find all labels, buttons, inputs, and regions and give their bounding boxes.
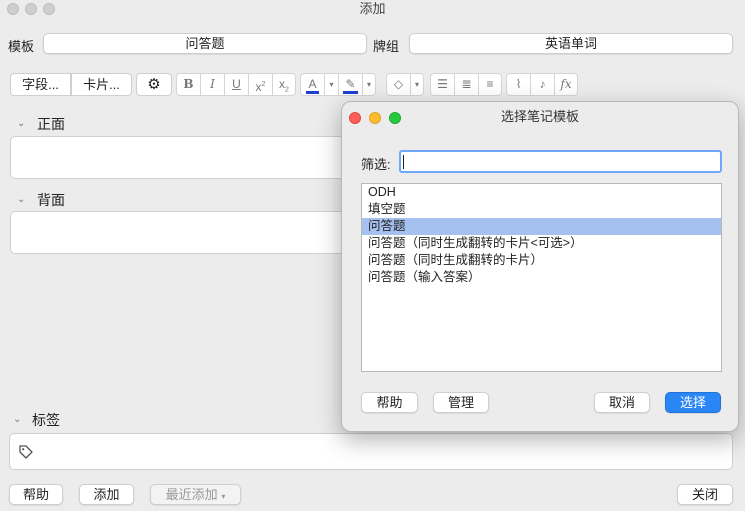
cancel-button[interactable]: 取消: [594, 392, 650, 413]
eraser-icon[interactable]: ◇: [386, 73, 410, 96]
dialog-title: 选择笔记模板: [500, 109, 579, 124]
chevron-down-icon[interactable]: ⌄: [17, 118, 25, 129]
front-field[interactable]: [10, 136, 350, 179]
dialog-help-button[interactable]: 帮助: [361, 392, 418, 413]
fields-button[interactable]: 字段...: [10, 73, 71, 96]
text-color-dropdown-icon[interactable]: ▾: [324, 73, 338, 96]
list-item[interactable]: 问答题（同时生成翻转的卡片<可选>）: [362, 235, 721, 252]
filter-input[interactable]: [399, 150, 722, 173]
help-button[interactable]: 帮助: [9, 484, 63, 505]
text-caret: [403, 155, 404, 169]
highlight-icon[interactable]: ✎: [338, 73, 362, 96]
model-deck-row: 模板 问答题 牌组 英语单词: [0, 33, 745, 55]
cards-button[interactable]: 卡片...: [71, 73, 132, 96]
choose-model-dialog: 选择笔记模板 筛选: ODH 填空题 问答题 问答题（同时生成翻转的卡片<可选>…: [341, 101, 739, 432]
media-group: ⌇ ♪ fx: [506, 73, 578, 96]
formula-icon[interactable]: fx: [554, 73, 578, 96]
italic-icon[interactable]: I: [200, 73, 224, 96]
list-item-selected[interactable]: 问答题: [362, 218, 721, 235]
tags-label: 标签: [32, 412, 60, 428]
close-window-button[interactable]: [7, 3, 19, 15]
list-item[interactable]: 问答题（同时生成翻转的卡片）: [362, 252, 721, 269]
minimize-window-button[interactable]: [25, 3, 37, 15]
highlight-dropdown-icon[interactable]: ▾: [362, 73, 376, 96]
bullet-list-icon[interactable]: ☰: [430, 73, 454, 96]
back-label: 背面: [37, 192, 65, 208]
superscript-icon[interactable]: x2: [248, 73, 272, 96]
model-list[interactable]: ODH 填空题 问答题 问答题（同时生成翻转的卡片<可选>） 问答题（同时生成翻…: [361, 183, 722, 372]
chevron-down-icon[interactable]: ⌄: [13, 414, 21, 425]
microphone-icon[interactable]: ♪: [530, 73, 554, 96]
deck-label: 牌组: [373, 39, 400, 54]
subscript-icon[interactable]: x2: [272, 73, 296, 96]
chevron-down-icon[interactable]: ⌄: [17, 194, 25, 205]
tag-icon: [19, 445, 33, 459]
history-button[interactable]: 最近添加 ▾: [150, 484, 241, 505]
title-bar: 添加: [0, 0, 745, 20]
color-group: A ▾ ✎ ▾: [300, 73, 376, 96]
add-button[interactable]: 添加: [79, 484, 134, 505]
format-group: B I U x2 x2: [176, 73, 296, 96]
eraser-dropdown-icon[interactable]: ▾: [410, 73, 424, 96]
chevron-down-icon: ▾: [221, 492, 226, 501]
underline-icon[interactable]: U: [224, 73, 248, 96]
list-item[interactable]: ODH: [362, 184, 721, 201]
choose-button[interactable]: 选择: [665, 392, 721, 413]
back-field[interactable]: [10, 211, 350, 254]
deck-selector[interactable]: 英语单词: [409, 33, 733, 54]
align-icon[interactable]: ≡: [478, 73, 502, 96]
model-selector[interactable]: 问答题: [43, 33, 367, 54]
history-label: 最近添加: [165, 487, 218, 502]
manage-button[interactable]: 管理: [433, 392, 489, 413]
front-label: 正面: [37, 116, 65, 132]
attach-icon[interactable]: ⌇: [506, 73, 530, 96]
close-button[interactable]: 关闭: [677, 484, 733, 505]
tags-field[interactable]: [9, 433, 733, 470]
list-item[interactable]: 填空题: [362, 201, 721, 218]
bold-icon[interactable]: B: [176, 73, 200, 96]
window-title: 添加: [359, 1, 386, 16]
zoom-window-button[interactable]: [43, 3, 55, 15]
text-color-icon[interactable]: A: [300, 73, 324, 96]
model-label: 模板: [8, 39, 35, 54]
gear-icon[interactable]: ⚙: [136, 73, 172, 96]
eraser-group: ◇ ▾: [386, 73, 424, 96]
numbered-list-icon[interactable]: ≣: [454, 73, 478, 96]
list-group: ☰ ≣ ≡: [430, 73, 502, 96]
filter-label: 筛选:: [361, 157, 391, 172]
list-item[interactable]: 问答题（输入答案）: [362, 269, 721, 286]
